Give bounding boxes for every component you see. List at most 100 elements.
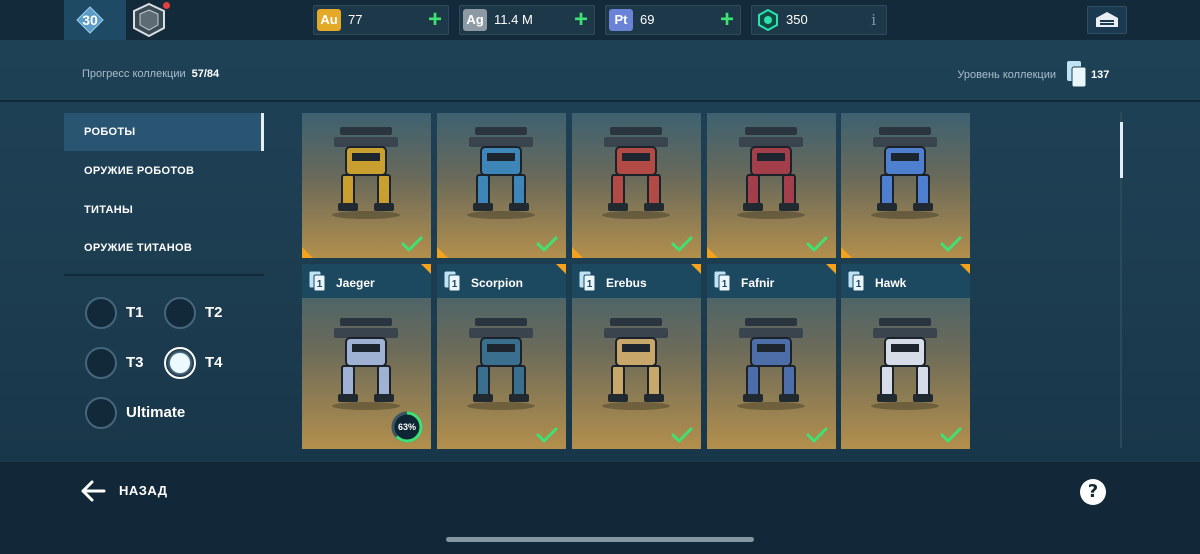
card-count-icon: 1 [714, 271, 731, 292]
key-value: 350 [786, 12, 808, 27]
robot-card[interactable]: 1 Erebus [572, 264, 701, 449]
divider [0, 100, 1200, 102]
check-icon [536, 236, 558, 252]
check-icon [536, 427, 558, 443]
robot-name: Hawk [875, 276, 907, 290]
robot-image [332, 127, 400, 219]
card-corner [421, 264, 431, 274]
scrollbar-thumb[interactable] [1120, 122, 1123, 178]
robot-image [737, 318, 805, 410]
robot-card[interactable] [707, 113, 836, 258]
add-platinum-button[interactable]: + [720, 6, 734, 34]
robot-card[interactable] [572, 113, 701, 258]
hex-key-icon [758, 9, 778, 31]
robot-card[interactable]: 1 Jaeger 63% [302, 264, 431, 449]
card-header: 1 Erebus [572, 264, 701, 298]
robot-name: Jaeger [336, 276, 375, 290]
robot-image [332, 318, 400, 410]
check-icon [806, 236, 828, 252]
card-corner [707, 247, 718, 258]
card-corner [841, 247, 852, 258]
collection-level-label: Уровень коллекции [957, 69, 1056, 81]
player-level: 30 [82, 12, 98, 28]
card-corner [572, 247, 583, 258]
robot-name: Scorpion [471, 276, 524, 290]
card-header: 1 Jaeger [302, 264, 431, 298]
robot-card[interactable] [302, 113, 431, 258]
card-header: 1 Scorpion [437, 264, 566, 298]
robot-card[interactable]: 1 Hawk [841, 264, 970, 449]
tier-label: T4 [205, 354, 223, 371]
robot-image [737, 127, 805, 219]
sidebar-active-indicator [261, 113, 264, 151]
card-count: 1 [452, 279, 458, 290]
tier-t4-radio[interactable]: T4 [164, 347, 234, 379]
tier-ultimate-radio[interactable]: Ultimate [85, 397, 215, 429]
sidebar-item-robot-weapons[interactable]: ОРУЖИЕ РОБОТОВ [64, 152, 264, 190]
garage-icon [1096, 12, 1118, 27]
check-icon [806, 427, 828, 443]
tier-label: T2 [205, 304, 223, 321]
back-button[interactable]: НАЗАД [119, 483, 168, 498]
currency-platinum: Pt 69 + [605, 5, 741, 35]
add-gold-button[interactable]: + [428, 6, 442, 34]
info-icon[interactable]: i [871, 6, 876, 34]
radio-unchecked [85, 347, 117, 379]
robot-card[interactable] [437, 113, 566, 258]
home-indicator [446, 537, 754, 542]
tier-label: T3 [126, 354, 144, 371]
silver-value: 11.4 M [494, 12, 533, 27]
card-count: 1 [317, 279, 323, 290]
garage-button[interactable] [1087, 6, 1127, 34]
card-count: 1 [856, 279, 862, 290]
top-bar [0, 0, 1200, 40]
collection-progress-value: 57/84 [191, 68, 220, 80]
card-count-icon: 1 [444, 271, 461, 292]
notification-dot [163, 2, 170, 9]
collection-progress: Прогресс коллекции 57/84 [82, 68, 219, 80]
robot-card[interactable] [841, 113, 970, 258]
check-icon [671, 427, 693, 443]
robot-card[interactable]: 1 Fafnir [707, 264, 836, 449]
robot-image [871, 127, 939, 219]
card-header: 1 Hawk [841, 264, 970, 298]
platinum-icon: Pt [609, 9, 633, 31]
card-corner [437, 247, 448, 258]
back-arrow-icon[interactable] [80, 479, 106, 503]
robot-card[interactable]: 1 Scorpion [437, 264, 566, 449]
radio-unchecked [164, 297, 196, 329]
card-corner [302, 247, 313, 258]
tier-t1-radio[interactable]: T1 [85, 297, 155, 329]
sidebar-item-titans[interactable]: ТИТАНЫ [64, 191, 264, 229]
robot-image [467, 318, 535, 410]
robot-name: Fafnir [741, 276, 775, 290]
check-icon [940, 236, 962, 252]
cards-icon [1067, 61, 1087, 88]
check-icon [401, 236, 423, 252]
robot-image [602, 127, 670, 219]
rank-badge-icon[interactable] [131, 2, 167, 38]
add-silver-button[interactable]: + [574, 6, 588, 34]
help-button[interactable]: ? [1080, 479, 1106, 505]
tier-t3-radio[interactable]: T3 [85, 347, 155, 379]
sidebar-item-titan-weapons[interactable]: ОРУЖИЕ ТИТАНОВ [64, 229, 264, 267]
radio-checked [164, 347, 196, 379]
card-count-icon: 1 [579, 271, 596, 292]
currency-silver: Ag 11.4 M + [459, 5, 595, 35]
robot-image [602, 318, 670, 410]
tier-t2-radio[interactable]: T2 [164, 297, 234, 329]
collection-level-value: 137 [1091, 69, 1110, 81]
sidebar-item-robots[interactable]: РОБОТЫ [64, 113, 264, 151]
silver-icon: Ag [463, 9, 487, 31]
card-header: 1 Fafnir [707, 264, 836, 298]
card-count: 1 [587, 279, 593, 290]
currency-gold: Au 77 + [313, 5, 449, 35]
radio-unchecked [85, 297, 117, 329]
card-count-icon: 1 [848, 271, 865, 292]
check-icon [671, 236, 693, 252]
card-count: 1 [722, 279, 728, 290]
gold-icon: Au [317, 9, 341, 31]
collection-progress-label: Прогресс коллекции [82, 68, 186, 80]
card-corner [960, 264, 970, 274]
tier-label: Ultimate [126, 404, 186, 421]
